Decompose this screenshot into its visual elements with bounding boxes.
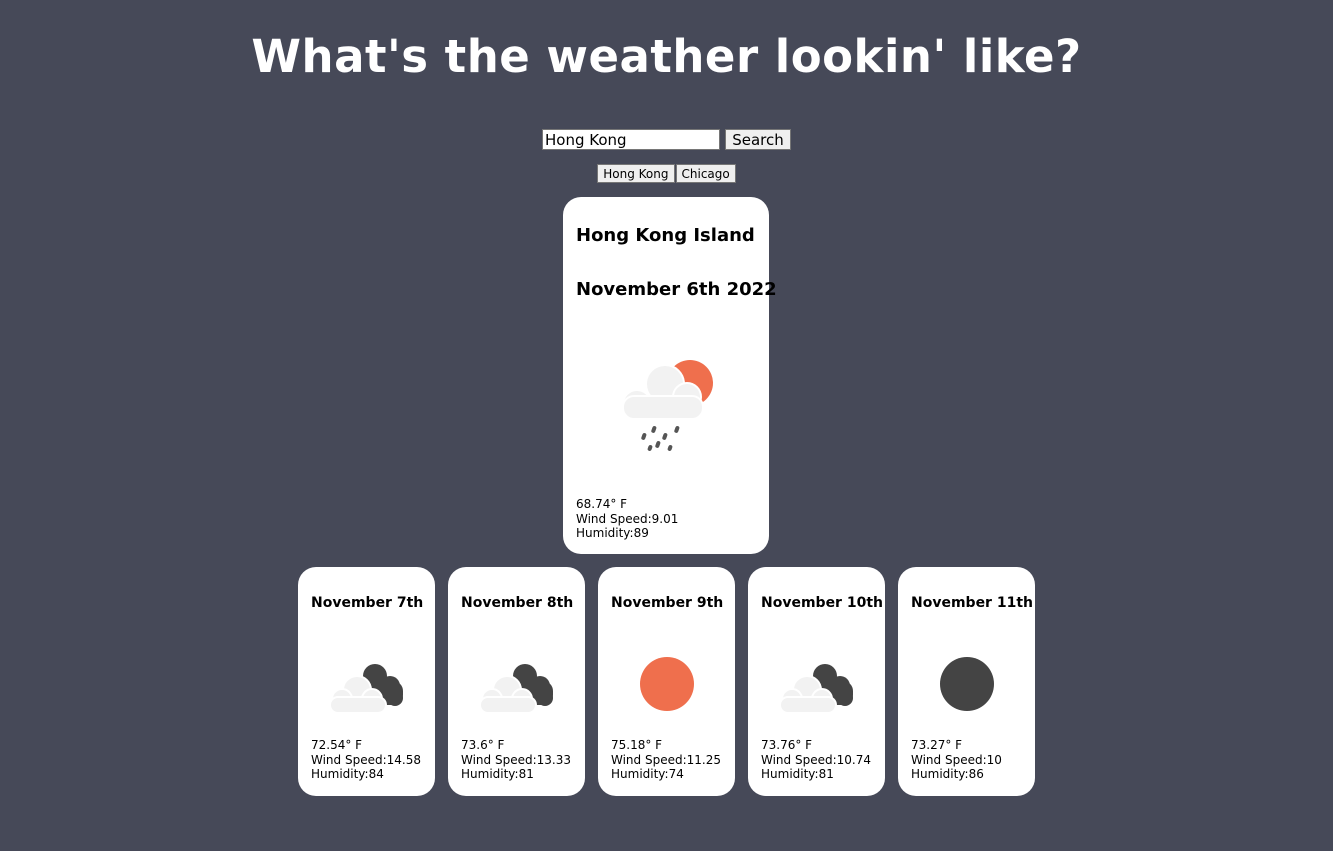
forecast-wind-speed: Wind Speed:11.25 (611, 752, 721, 767)
history-button-hong-kong[interactable]: Hong Kong (597, 164, 675, 183)
forecast-stats: 72.54° F Wind Speed:14.58 Humidity:84 (311, 738, 421, 782)
current-date: November 6th 2022 (576, 279, 777, 300)
forecast-wind-speed: Wind Speed:10.74 (761, 752, 871, 767)
sun-icon (640, 657, 694, 711)
search-bar: Search (0, 129, 1333, 150)
forecast-list: November 7th 72.54° F Wind Speed:14.58 H… (298, 567, 1035, 796)
forecast-card: November 9th 75.18° F Wind Speed:11.25 H… (598, 567, 735, 796)
current-city: Hong Kong Island (576, 225, 755, 246)
forecast-date: November 10th (761, 595, 883, 611)
moon-icon (940, 657, 994, 711)
forecast-temperature: 73.76° F (761, 738, 813, 752)
current-humidity: Humidity:89 (576, 526, 649, 540)
forecast-stats: 75.18° F Wind Speed:11.25 Humidity:74 (611, 738, 721, 782)
forecast-temperature: 72.54° F (311, 738, 363, 752)
current-wind-speed: Wind Speed:9.01 (576, 511, 679, 526)
page-title: What's the weather lookin' like? (251, 30, 1082, 83)
search-button[interactable]: Search (725, 129, 791, 150)
forecast-humidity: Humidity:84 (311, 767, 384, 781)
forecast-card: November 8th 73.6° F Wind Speed:13.33 Hu… (448, 567, 585, 796)
forecast-wind-speed: Wind Speed:14.58 (311, 752, 421, 767)
forecast-temperature: 73.27° F (911, 738, 963, 752)
forecast-temperature: 73.6° F (461, 738, 505, 752)
forecast-date: November 8th (461, 595, 574, 611)
forecast-wind-speed: Wind Speed:13.33 (461, 752, 571, 767)
forecast-humidity: Humidity:86 (911, 767, 984, 781)
forecast-card: November 10th 73.76° F Wind Speed:10.74 … (748, 567, 885, 796)
forecast-humidity: Humidity:74 (611, 767, 684, 781)
current-weather-card: Hong Kong Island November 6th 2022 68.74… (563, 197, 777, 554)
forecast-stats: 73.6° F Wind Speed:13.33 Humidity:81 (461, 738, 571, 782)
search-history: Hong Kong Chicago (0, 164, 1333, 183)
forecast-card: November 7th 72.54° F Wind Speed:14.58 H… (298, 567, 435, 796)
forecast-humidity: Humidity:81 (461, 767, 534, 781)
dark-clouds-icon (329, 664, 403, 714)
current-temperature: 68.74° F (576, 497, 628, 511)
forecast-wind-speed: Wind Speed:10 (911, 752, 1002, 767)
forecast-date: November 11th (911, 595, 1033, 611)
dark-clouds-icon (779, 664, 853, 714)
cloud-sun-rain-icon (622, 360, 713, 451)
forecast-card: November 11th 73.27° F Wind Speed:10 Hum… (898, 567, 1035, 796)
dark-clouds-icon (479, 664, 553, 714)
current-stats: 68.74° F Wind Speed:9.01 Humidity:89 (576, 497, 678, 541)
forecast-date: November 9th (611, 595, 724, 611)
forecast-humidity: Humidity:81 (761, 767, 834, 781)
search-input[interactable] (542, 129, 720, 150)
forecast-date: November 7th (311, 595, 424, 611)
forecast-stats: 73.76° F Wind Speed:10.74 Humidity:81 (761, 738, 871, 782)
forecast-temperature: 75.18° F (611, 738, 663, 752)
forecast-stats: 73.27° F Wind Speed:10 Humidity:86 (911, 738, 1002, 782)
history-button-chicago[interactable]: Chicago (675, 164, 736, 183)
page: What's the weather lookin' like? Search … (0, 0, 1333, 851)
